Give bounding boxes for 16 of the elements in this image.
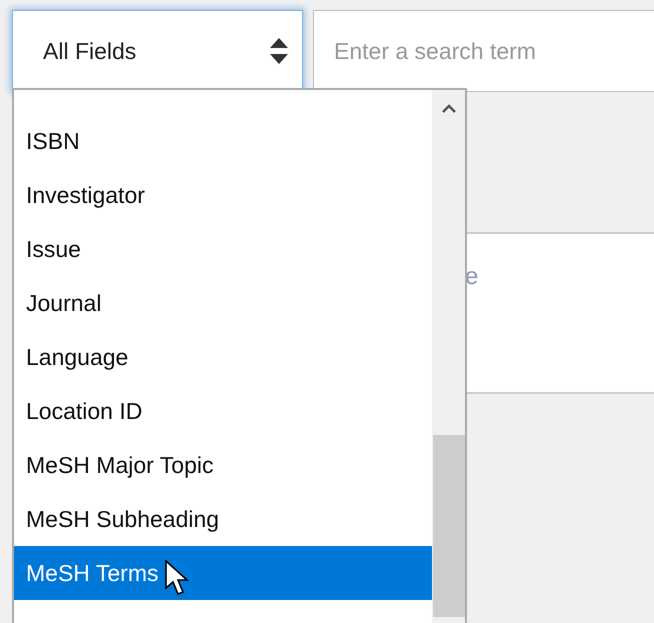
dropdown-option[interactable]: MeSH Major Topic <box>14 438 432 492</box>
dropdown-option[interactable]: Journal <box>14 276 432 330</box>
scrollbar-thumb[interactable] <box>433 435 465 617</box>
dropdown-option[interactable]: Location ID <box>14 384 432 438</box>
dropdown-option[interactable]: ISBN <box>14 114 432 168</box>
dropdown-option[interactable]: MeSH Subheading <box>14 492 432 546</box>
search-field[interactable]: Enter a search term <box>313 10 654 92</box>
dropdown-option[interactable]: MeSH Terms <box>14 546 432 600</box>
dropdown-option[interactable]: Investigator <box>14 168 432 222</box>
dropdown-option[interactable]: Issue <box>14 222 432 276</box>
sort-arrows-icon <box>270 38 288 64</box>
scrollbar[interactable] <box>432 90 465 623</box>
scroll-up-icon[interactable] <box>442 104 456 113</box>
mouse-pointer-icon <box>165 560 189 596</box>
dropdown-option[interactable]: Language <box>14 330 432 384</box>
select-value: All Fields <box>43 36 136 66</box>
